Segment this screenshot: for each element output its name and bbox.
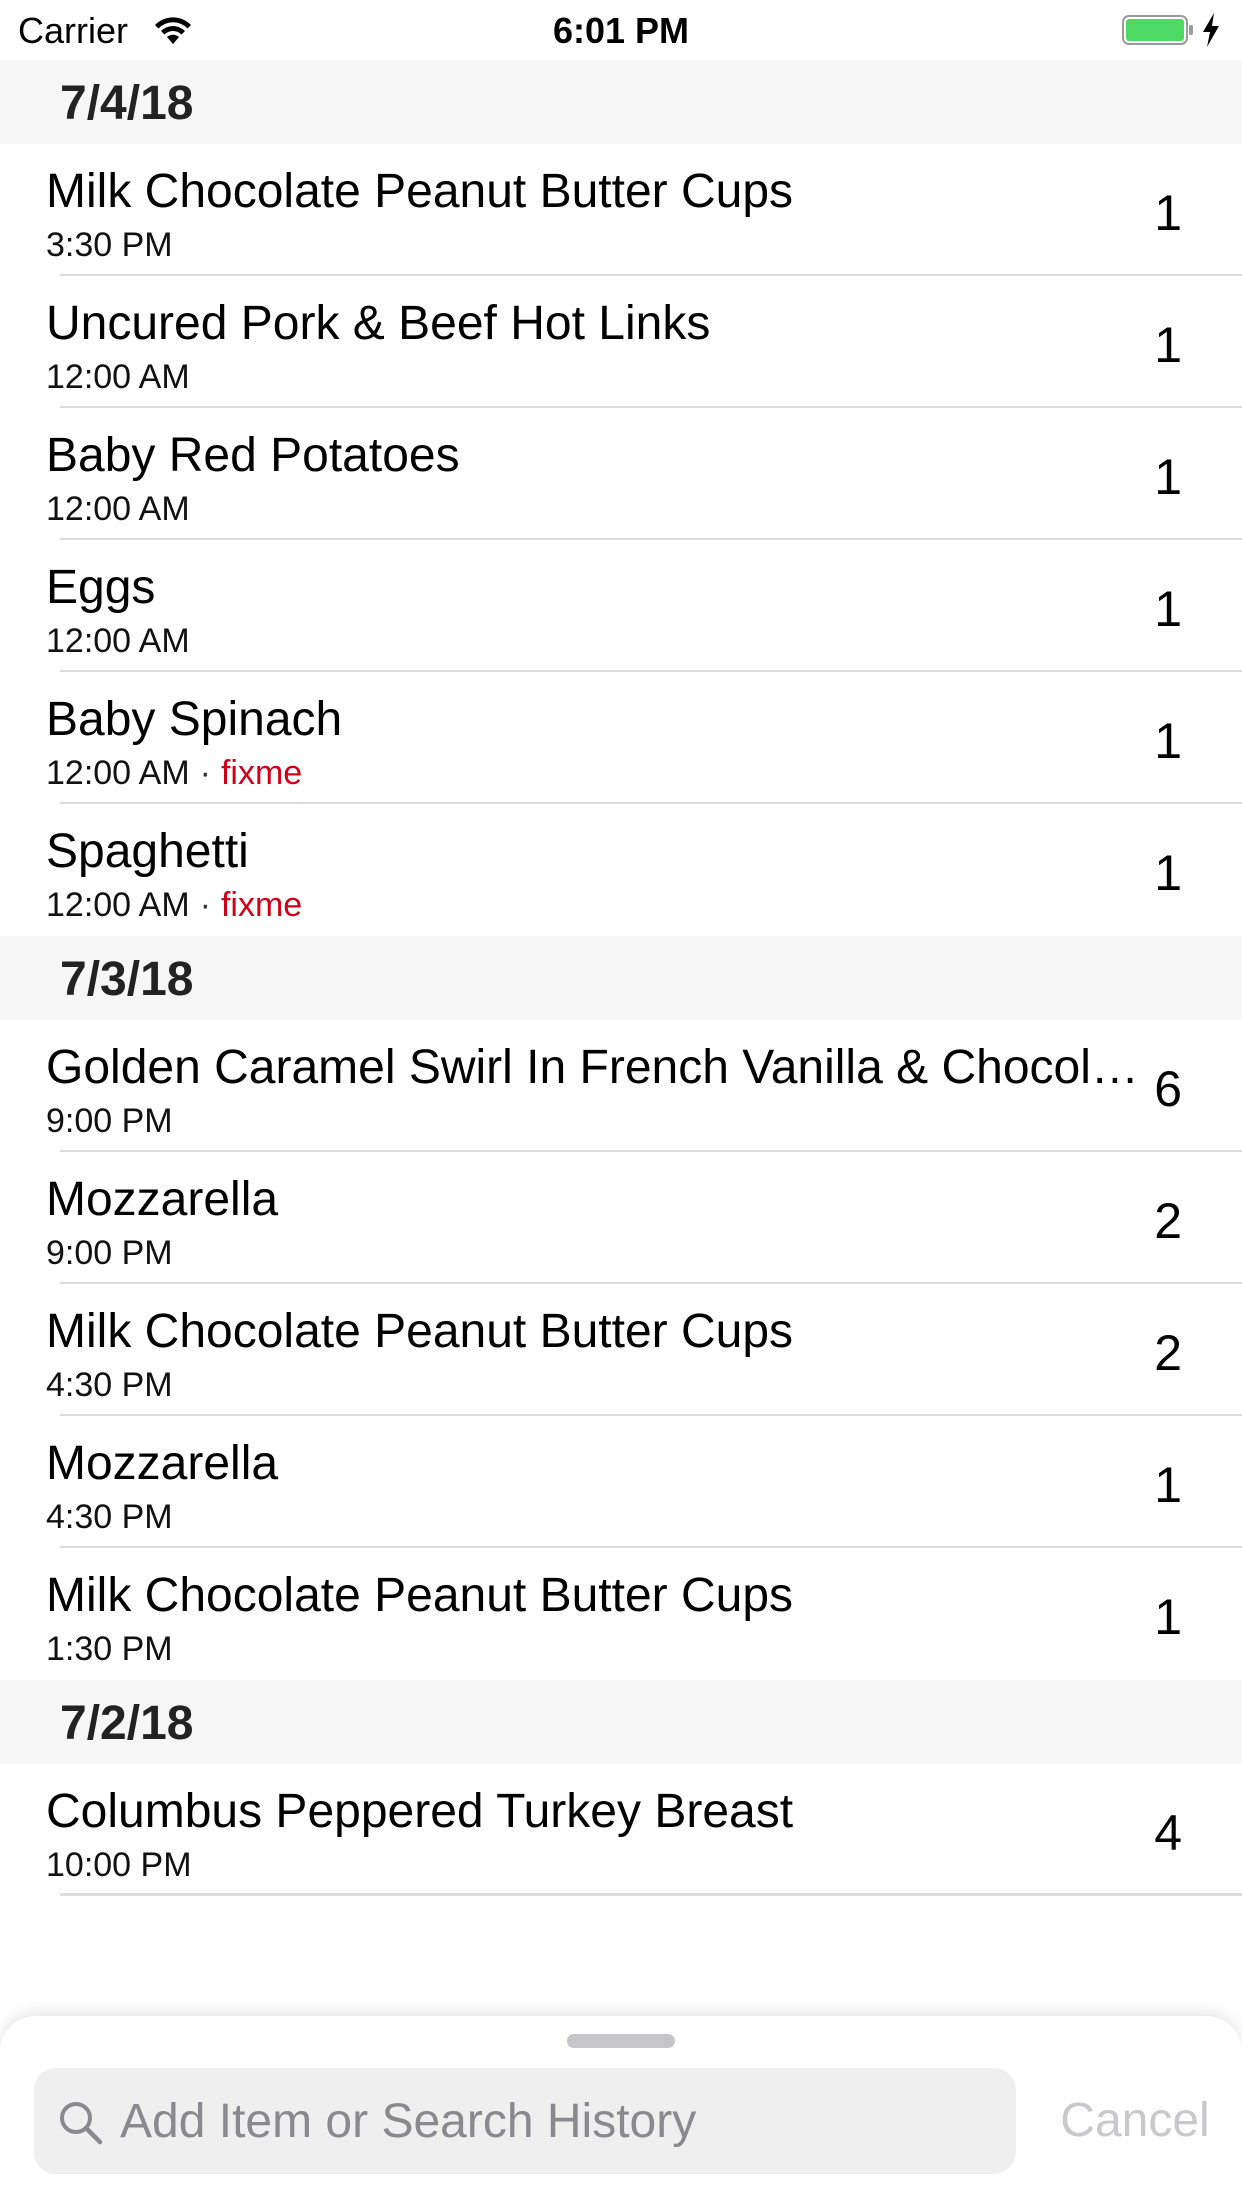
item-subtitle: 12:00 AM — [46, 358, 190, 397]
item-time: 12:00 AM — [46, 886, 190, 924]
item-count: 1 — [1154, 317, 1182, 373]
item-count: 1 — [1154, 845, 1182, 901]
list-item[interactable]: Mozzarella 4:30 PM 1 — [0, 1416, 1242, 1548]
list-item[interactable]: Milk Chocolate Peanut Butter Cups 4:30 PM… — [0, 1284, 1242, 1416]
item-count: 1 — [1154, 581, 1182, 637]
list-item[interactable]: Milk Chocolate Peanut Butter Cups 3:30 PM… — [0, 144, 1242, 276]
item-name: Uncured Pork & Beef Hot Links — [46, 297, 711, 350]
item-count: 2 — [1154, 1193, 1182, 1249]
section-header: 7/4/18 — [0, 60, 1242, 144]
list-item[interactable]: Milk Chocolate Peanut Butter Cups 1:30 PM… — [0, 1548, 1242, 1680]
cancel-button[interactable]: Cancel — [1040, 2080, 1230, 2160]
item-flag: fixme — [220, 886, 303, 924]
item-name: Golden Caramel Swirl In French Vanilla &… — [46, 1041, 1146, 1094]
item-time: 12:00 AM — [46, 358, 190, 396]
list-item[interactable]: Mozzarella 9:00 PM 2 — [0, 1152, 1242, 1284]
item-name: Mozzarella — [46, 1173, 279, 1226]
sheet-grab-handle[interactable] — [567, 2034, 675, 2048]
item-name: Baby Spinach — [46, 693, 343, 746]
item-name: Mozzarella — [46, 1437, 279, 1490]
item-subtitle: 12:00 AM · fixme — [46, 754, 302, 793]
item-name: Milk Chocolate Peanut Butter Cups — [46, 1305, 794, 1358]
list-item[interactable]: Spaghetti 12:00 AM · fixme 1 — [0, 804, 1242, 936]
list-item[interactable]: Baby Spinach 12:00 AM · fixme 1 — [0, 672, 1242, 804]
section-date: 7/3/18 — [60, 953, 194, 1006]
list-item[interactable]: Baby Red Potatoes 12:00 AM 1 — [0, 408, 1242, 540]
item-name: Eggs — [46, 561, 156, 614]
item-time: 10:00 PM — [46, 1846, 192, 1884]
clock-label: 6:01 PM — [552, 10, 690, 51]
item-count: 2 — [1154, 1325, 1182, 1381]
item-subtitle: 9:00 PM — [46, 1234, 173, 1273]
item-flag: fixme — [220, 754, 303, 792]
list-item[interactable]: Columbus Peppered Turkey Breast 10:00 PM 4 — [0, 1764, 1242, 1896]
list-end-divider — [60, 1893, 1242, 1895]
search-icon — [60, 2102, 103, 2145]
item-time: 4:30 PM — [46, 1498, 173, 1536]
item-count: 6 — [1154, 1061, 1182, 1117]
section-header: 7/3/18 — [0, 936, 1242, 1020]
item-subtitle: 10:00 PM — [46, 1846, 192, 1885]
item-subtitle: 9:00 PM — [46, 1102, 173, 1141]
item-time: 3:30 PM — [46, 226, 173, 264]
list-item[interactable]: Eggs 12:00 AM 1 — [0, 540, 1242, 672]
item-subtitle: 4:30 PM — [46, 1498, 173, 1537]
search-bar[interactable] — [34, 2068, 1016, 2174]
list-item[interactable]: Golden Caramel Swirl In French Vanilla &… — [0, 1020, 1242, 1152]
item-count: 1 — [1154, 449, 1182, 505]
item-count: 1 — [1154, 185, 1182, 241]
item-time: 9:00 PM — [46, 1102, 173, 1140]
item-name: Milk Chocolate Peanut Butter Cups — [46, 1569, 794, 1622]
flag-separator: · — [199, 886, 211, 924]
item-time: 9:00 PM — [46, 1234, 173, 1272]
item-subtitle: 12:00 AM — [46, 490, 190, 529]
item-time: 4:30 PM — [46, 1366, 173, 1404]
section-date: 7/4/18 — [60, 77, 194, 130]
battery-icon — [1122, 15, 1193, 45]
charging-bolt-icon — [1203, 13, 1219, 47]
section-header: 7/2/18 — [0, 1680, 1242, 1764]
section-date: 7/2/18 — [60, 1697, 194, 1750]
item-time: 12:00 AM — [46, 622, 190, 660]
item-time: 12:00 AM — [46, 754, 190, 792]
list-item[interactable]: Uncured Pork & Beef Hot Links 12:00 AM 1 — [0, 276, 1242, 408]
bottom-sheet[interactable]: Cancel — [0, 2016, 1242, 2208]
status-bar: Carrier 6:01 PM — [0, 0, 1242, 60]
item-subtitle: 12:00 AM — [46, 622, 190, 661]
item-count: 1 — [1154, 713, 1182, 769]
item-name: Spaghetti — [46, 825, 249, 878]
item-count: 4 — [1154, 1805, 1182, 1861]
search-input[interactable] — [120, 2082, 980, 2160]
item-time: 1:30 PM — [46, 1630, 173, 1668]
item-count: 1 — [1154, 1457, 1182, 1513]
item-subtitle: 12:00 AM · fixme — [46, 886, 302, 925]
item-time: 12:00 AM — [46, 490, 190, 528]
item-subtitle: 4:30 PM — [46, 1366, 173, 1405]
item-name: Baby Red Potatoes — [46, 429, 460, 482]
item-subtitle: 1:30 PM — [46, 1630, 173, 1669]
item-name: Milk Chocolate Peanut Butter Cups — [46, 165, 794, 218]
item-name: Columbus Peppered Turkey Breast — [46, 1785, 794, 1838]
item-count: 1 — [1154, 1589, 1182, 1645]
item-subtitle: 3:30 PM — [46, 226, 173, 265]
history-list[interactable]: 7/4/18 Milk Chocolate Peanut Butter Cups 3… — [0, 60, 1242, 1896]
flag-separator: · — [199, 754, 211, 792]
